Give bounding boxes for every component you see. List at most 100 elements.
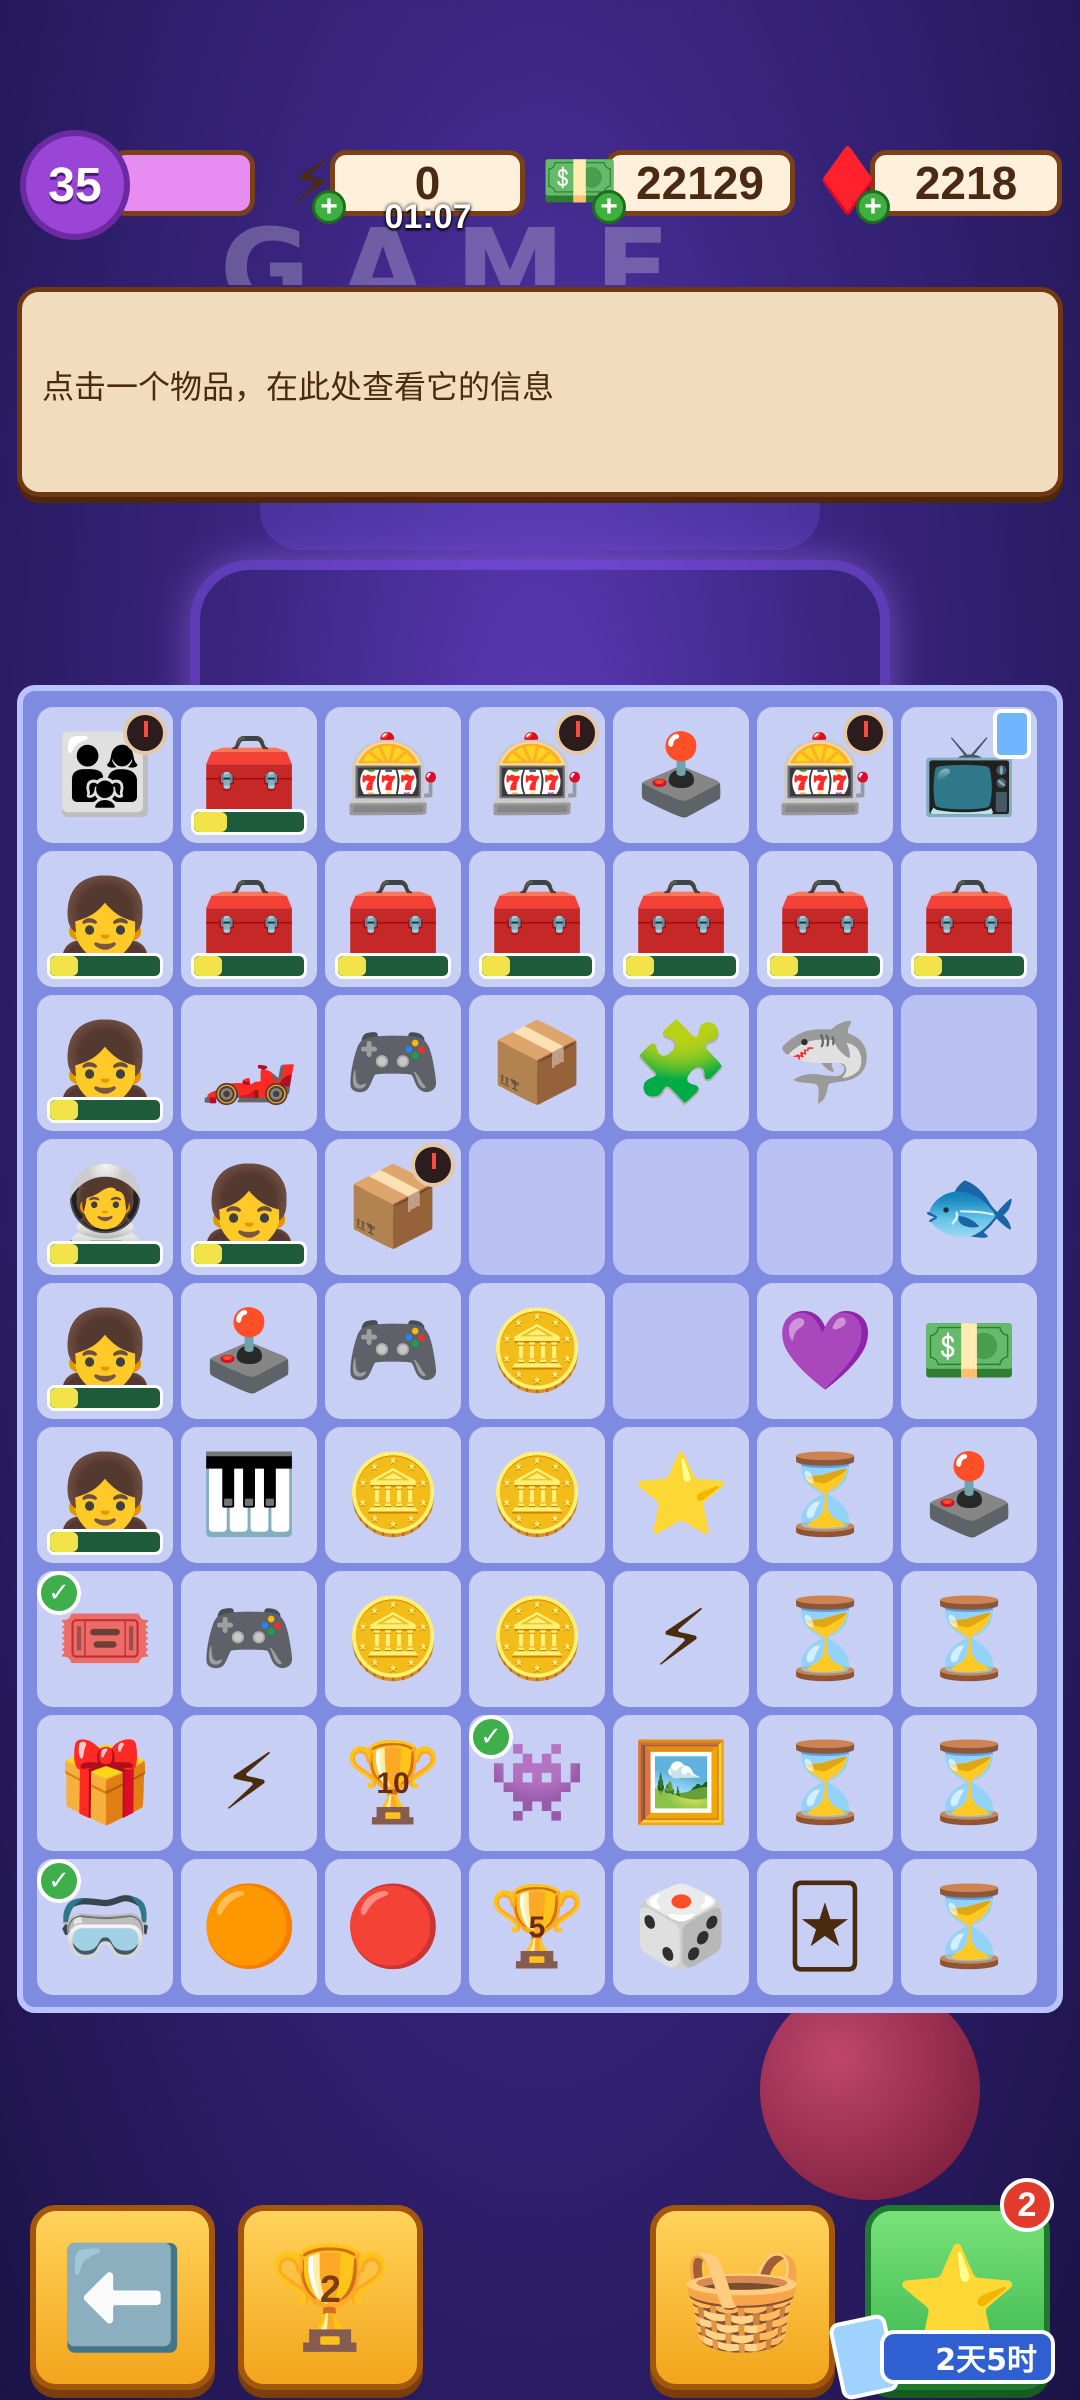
board-cell[interactable]: 🪙 [325, 1571, 461, 1707]
purple-gem-item: 💜 [776, 1306, 874, 1396]
board-cell[interactable]: 🏆 5 [469, 1859, 605, 1995]
trophy-count: 2 [319, 2269, 342, 2311]
gem-counter[interactable]: 2218 [870, 150, 1062, 216]
board-cell[interactable]: 🎮 [325, 995, 461, 1131]
board-cell[interactable]: 📦 [325, 1139, 461, 1275]
empty-cell[interactable] [757, 1139, 893, 1275]
add-energy-icon[interactable]: + [312, 190, 346, 224]
board-cell[interactable]: 🪙 [469, 1427, 605, 1563]
board-cell[interactable]: 🟠 [181, 1859, 317, 1995]
board-cell[interactable]: 🧰 [613, 851, 749, 987]
board-cell[interactable]: 🃏 [757, 1859, 893, 1995]
board-cell[interactable]: 👧 [37, 851, 173, 987]
empty-cell[interactable] [613, 1283, 749, 1419]
trophy-button[interactable]: 🏆 2 [238, 2205, 423, 2390]
board-cell[interactable]: 🧰 [469, 851, 605, 987]
add-gems-icon[interactable]: + [856, 190, 890, 224]
board-cell[interactable]: ⏳ [901, 1859, 1037, 1995]
board-cell[interactable]: 🕹️ [181, 1283, 317, 1419]
board-cell[interactable]: 🧰 [325, 851, 461, 987]
board-cell[interactable]: 👧 [37, 1427, 173, 1563]
board-cell[interactable]: 🧰 [901, 851, 1037, 987]
blue-hourglass-item: ⏳ [920, 1594, 1018, 1684]
arcade-machine-item: 🕹️ [632, 730, 730, 820]
level-badge[interactable]: 35 [20, 130, 130, 240]
progress-fill [914, 956, 942, 976]
board-cell[interactable]: 🎲 [613, 1859, 749, 1995]
arrow-left-icon: ⬅️ [60, 2238, 185, 2356]
board-cell[interactable]: 🧰 [757, 851, 893, 987]
blue-hourglass-item: ⏳ [776, 1594, 874, 1684]
board-cell[interactable]: ⏳ [901, 1715, 1037, 1851]
board-cell[interactable]: 🪙 [469, 1571, 605, 1707]
board-cell[interactable]: 👨‍👩‍👧 [37, 707, 173, 843]
board-cell[interactable]: 🦈 [757, 995, 893, 1131]
cash-counter[interactable]: 22129 [605, 150, 795, 216]
board-cell[interactable]: 🎹 [181, 1427, 317, 1563]
merge-board: 👨‍👩‍👧 🧰 🎰 🎰 🕹️ 🎰 📺 👧 🧰 🧰 🧰 🧰 🧰 🧰 👧 🏎️ 🎮 📦 🧩 🦈 🧑‍🚀 👧 📦 🐟 👧 🕹️ 🎮 🪙 💜 💵 👧… [17, 685, 1063, 2013]
orange-hourglass-item: ⏳ [776, 1738, 874, 1828]
progress-fill [770, 956, 798, 976]
blue-fish-item: 🐟 [920, 1162, 1018, 1252]
board-cell[interactable]: 🧑‍🚀 [37, 1139, 173, 1275]
board-cell[interactable]: 🎁 [37, 1715, 173, 1851]
board-cell[interactable]: 🔴 [325, 1859, 461, 1995]
board-cell[interactable]: ⚡ [613, 1571, 749, 1707]
board-cell[interactable]: ⭐ [613, 1427, 749, 1563]
vr-headset-item: 🥽 [56, 1882, 154, 1972]
board-cell[interactable]: 📦 [469, 995, 605, 1131]
board-cell[interactable]: 🧩 [613, 995, 749, 1131]
board-cell[interactable]: 🏎️ [181, 995, 317, 1131]
empty-cell[interactable] [469, 1139, 605, 1275]
empty-cell[interactable] [613, 1139, 749, 1275]
board-cell[interactable]: ⚡ [181, 1715, 317, 1851]
empty-cell[interactable] [901, 995, 1037, 1131]
generator-progress-bar [911, 953, 1027, 979]
board-cell[interactable]: 👧 [37, 1283, 173, 1419]
board-cell[interactable]: 🪙 [325, 1427, 461, 1563]
progress-fill [194, 812, 227, 832]
board-cell[interactable]: 👧 [181, 1139, 317, 1275]
board-cell[interactable]: 👧 [37, 995, 173, 1131]
progress-fill [626, 956, 654, 976]
board-cell[interactable]: 🖼️ [613, 1715, 749, 1851]
blue-hourglass-item: ⏳ [920, 1882, 1018, 1972]
board-cell[interactable]: ⏳ [757, 1715, 893, 1851]
board-cell[interactable]: 🎮 [181, 1571, 317, 1707]
generator-progress-bar [191, 1241, 307, 1267]
board-cell[interactable]: 🪙 [469, 1283, 605, 1419]
board-cell[interactable]: 🎰 [469, 707, 605, 843]
board-cell[interactable]: 💵 [901, 1283, 1037, 1419]
orange-hourglass-item: ⏳ [776, 1450, 874, 1540]
basket-button[interactable]: 🧺 [650, 2205, 835, 2390]
board-cell[interactable]: 🎮 [325, 1283, 461, 1419]
red-toolbox-item: 🧰 [488, 874, 586, 964]
generator-progress-bar [191, 809, 307, 835]
board-cell[interactable]: 🎟️ ✓ [37, 1571, 173, 1707]
board-cell[interactable]: 📺 [901, 707, 1037, 843]
board-cell[interactable]: 🐟 [901, 1139, 1037, 1275]
board-cell[interactable]: 🥽 ✓ [37, 1859, 173, 1995]
progress-fill [338, 956, 366, 976]
board-cell[interactable]: 🎰 [325, 707, 461, 843]
board-cell[interactable]: ⏳ [757, 1427, 893, 1563]
generator-progress-bar [335, 953, 451, 979]
board-cell[interactable]: 🧰 [181, 851, 317, 987]
add-cash-icon[interactable]: + [592, 190, 626, 224]
board-cell[interactable]: ⏳ [901, 1571, 1037, 1707]
claw-machine-item: 🕹️ [200, 1306, 298, 1396]
board-cell[interactable]: 🧰 [181, 707, 317, 843]
gamer-girl-item: 👧 [200, 1162, 298, 1252]
board-cell[interactable]: 💜 [757, 1283, 893, 1419]
back-button[interactable]: ⬅️ [30, 2205, 215, 2390]
board-cell[interactable]: 👾 ✓ [469, 1715, 605, 1851]
board-cell[interactable]: 🕹️ [901, 1427, 1037, 1563]
board-cell[interactable]: ⏳ [757, 1571, 893, 1707]
board-cell[interactable]: 🏆 10 [325, 1715, 461, 1851]
board-cell[interactable]: 🕹️ [613, 707, 749, 843]
board-cell[interactable]: 🎰 [757, 707, 893, 843]
level-progress-bar[interactable] [110, 150, 255, 216]
coin-stack-item: 🪙 [488, 1594, 586, 1684]
red-toolbox-item: 🧰 [200, 730, 298, 820]
checkmark-icon: ✓ [37, 1571, 81, 1615]
